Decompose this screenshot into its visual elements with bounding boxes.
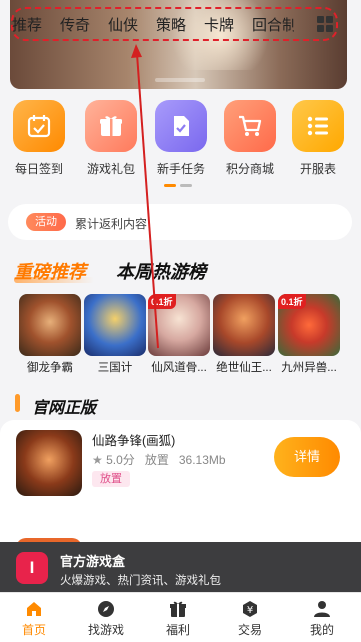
annotation-arrow bbox=[131, 44, 159, 349]
